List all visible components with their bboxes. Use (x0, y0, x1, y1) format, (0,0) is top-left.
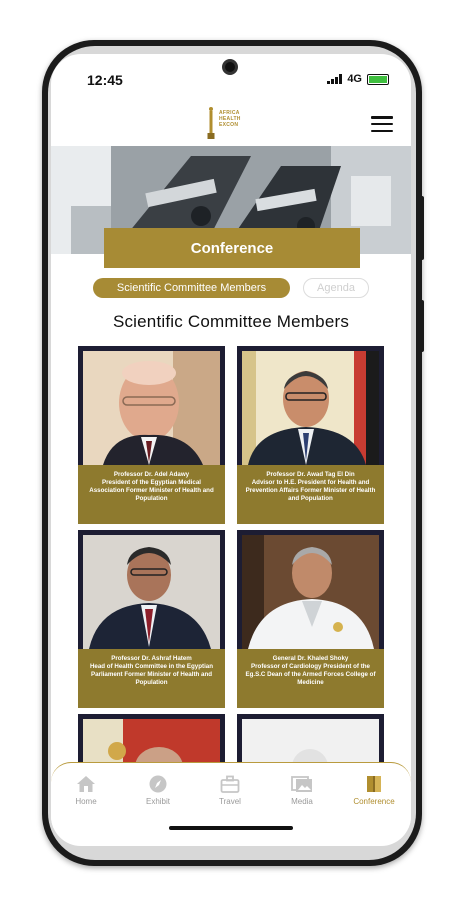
member-caption: Professor Dr. Ashraf Hatem Head of Healt… (78, 649, 225, 708)
logo-text: AFRICA HEALTH EXCON (219, 110, 241, 128)
member-caption: General Dr. Khaled Shoky Professor of Ca… (237, 649, 384, 708)
home-icon (77, 776, 95, 792)
bottom-navigation: Home Exhibit Travel Media Conference (51, 762, 411, 828)
compass-icon (149, 775, 167, 793)
africa-health-excon-logo[interactable]: AFRICA HEALTH EXCON (201, 106, 261, 142)
hamburger-menu-button[interactable] (371, 116, 393, 132)
member-card[interactable]: Professor Dr. Awad Tag El Din Advisor to… (237, 346, 384, 524)
member-name: Professor Dr. Awad Tag El Din (266, 471, 355, 478)
tab-scientific-committee[interactable]: Scientific Committee Members (93, 278, 290, 298)
network-type: 4G (347, 73, 362, 85)
member-photo (83, 351, 220, 465)
portrait-image (83, 351, 220, 465)
section-title: Scientific Committee Members (112, 312, 350, 331)
statue-icon (207, 107, 215, 139)
portrait-image (83, 535, 220, 649)
app-header: AFRICA HEALTH EXCON (51, 102, 411, 146)
nav-conference[interactable]: Conference (344, 775, 404, 806)
power-button (420, 196, 424, 260)
tab-agenda[interactable]: Agenda (303, 278, 369, 298)
gallery-icon (291, 776, 312, 792)
member-name: Professor Dr. Ashraf Hatem (111, 655, 192, 662)
conference-tabs: Scientific Committee Members Agenda (51, 278, 411, 302)
home-indicator (169, 826, 293, 830)
member-role: President of the Egyptian Medical Associ… (89, 479, 214, 502)
signal-icon (327, 74, 343, 84)
nav-media[interactable]: Media (272, 775, 332, 806)
app-screen: 12:45 4G AFRICA HEALTH EXCON Conference … (51, 54, 411, 846)
member-role: Professor of Cardiology President of the… (245, 663, 376, 686)
nav-exhibit[interactable]: Exhibit (128, 775, 188, 806)
member-caption: Professor Dr. Awad Tag El Din Advisor to… (237, 465, 384, 524)
member-card[interactable]: General Dr. Khaled Shoky Professor of Ca… (237, 530, 384, 708)
front-camera (222, 59, 238, 75)
status-time: 12:45 (87, 72, 123, 88)
book-icon (367, 776, 381, 792)
member-photo (242, 535, 379, 649)
member-photo (83, 535, 220, 649)
battery-icon (367, 73, 389, 85)
status-indicators: 4G (327, 73, 389, 85)
conference-title: Conference (190, 239, 274, 257)
status-bar: 12:45 4G (51, 54, 411, 102)
member-card[interactable]: Professor Dr. Adel Adawy President of th… (78, 346, 225, 524)
member-name: General Dr. Khaled Shoky (272, 655, 349, 662)
member-photo (242, 351, 379, 465)
briefcase-icon (220, 775, 240, 793)
portrait-image (242, 535, 379, 649)
member-caption: Professor Dr. Adel Adawy President of th… (78, 465, 225, 524)
member-card[interactable]: Professor Dr. Ashraf Hatem Head of Healt… (78, 530, 225, 708)
nav-travel[interactable]: Travel (200, 775, 260, 806)
nav-home[interactable]: Home (56, 775, 116, 806)
conference-title-box: Conference (104, 228, 360, 268)
portrait-image (242, 351, 379, 465)
member-role: Advisor to H.E. President for Health and… (245, 479, 376, 502)
volume-button (420, 300, 424, 352)
member-name: Professor Dr. Adel Adawy (113, 471, 190, 478)
member-role: Head of Health Committee in the Egyptian… (89, 663, 214, 686)
